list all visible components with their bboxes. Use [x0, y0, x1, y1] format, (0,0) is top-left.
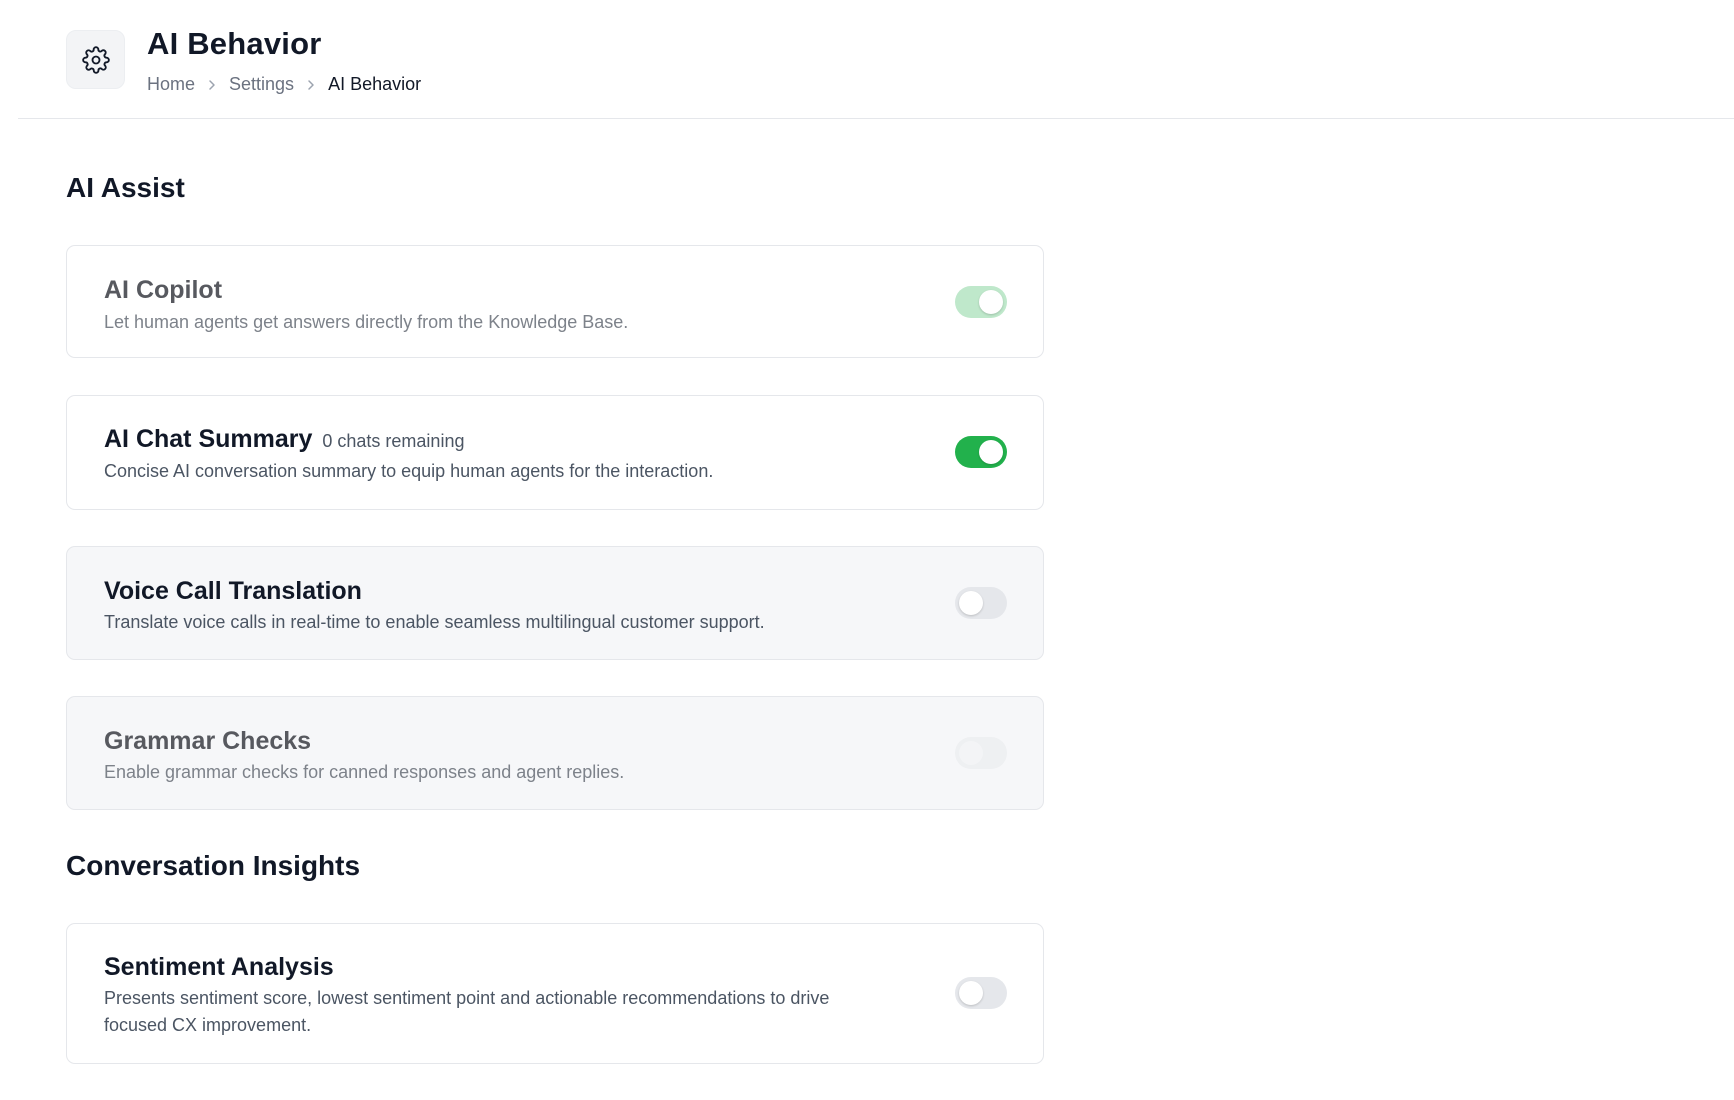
- setting-description: Let human agents get answers directly fr…: [104, 312, 629, 332]
- toggle-knob: [979, 290, 1003, 314]
- setting-title: AI Chat Summary: [104, 425, 313, 453]
- toggle-ai-copilot[interactable]: [955, 286, 1007, 318]
- setting-card-grammar-checks: Grammar Checks Enable grammar checks for…: [66, 696, 1044, 810]
- page-header: AI Behavior Home Settings AI Behavior: [18, 0, 1734, 119]
- toggle-knob: [959, 741, 983, 765]
- setting-title: Sentiment Analysis: [104, 953, 334, 981]
- setting-title: Grammar Checks: [104, 727, 312, 755]
- gear-icon: [81, 45, 110, 74]
- chats-remaining-badge: 0 chats remaining: [322, 431, 465, 451]
- setting-card-ai-chat-summary: AI Chat Summary 0 chats remaining Concis…: [66, 395, 1044, 510]
- setting-description: Concise AI conversation summary to equip…: [104, 461, 714, 481]
- section-title-conversation-insights: Conversation Insights: [66, 850, 361, 881]
- page-title: AI Behavior: [147, 26, 322, 61]
- breadcrumb: Home Settings AI Behavior: [147, 74, 421, 95]
- chevron-right-icon: [306, 79, 316, 91]
- setting-title: Voice Call Translation: [104, 577, 362, 605]
- toggle-sentiment-analysis[interactable]: [955, 977, 1007, 1009]
- setting-card-ai-copilot: AI Copilot Let human agents get answers …: [66, 245, 1044, 358]
- breadcrumb-current: AI Behavior: [328, 74, 422, 94]
- setting-card-voice-call-translation: Voice Call Translation Translate voice c…: [66, 546, 1044, 660]
- setting-title: AI Copilot: [104, 276, 223, 304]
- setting-description: Enable grammar checks for canned respons…: [104, 762, 625, 782]
- breadcrumb-home[interactable]: Home: [147, 74, 195, 95]
- toggle-knob: [959, 591, 983, 615]
- toggle-knob: [959, 981, 983, 1005]
- breadcrumb-settings[interactable]: Settings: [229, 74, 294, 95]
- settings-badge: [66, 30, 125, 89]
- setting-description: Presents sentiment score, lowest sentime…: [104, 988, 830, 1035]
- toggle-voice-call-translation[interactable]: [955, 587, 1007, 619]
- toggle-knob: [979, 440, 1003, 464]
- section-title-ai-assist: AI Assist: [66, 172, 185, 203]
- toggle-grammar-checks[interactable]: [955, 737, 1007, 769]
- setting-description: Translate voice calls in real-time to en…: [104, 612, 765, 632]
- chevron-right-icon: [207, 79, 217, 91]
- toggle-ai-chat-summary[interactable]: [955, 436, 1007, 468]
- setting-card-sentiment-analysis: Sentiment Analysis Presents sentiment sc…: [66, 923, 1044, 1064]
